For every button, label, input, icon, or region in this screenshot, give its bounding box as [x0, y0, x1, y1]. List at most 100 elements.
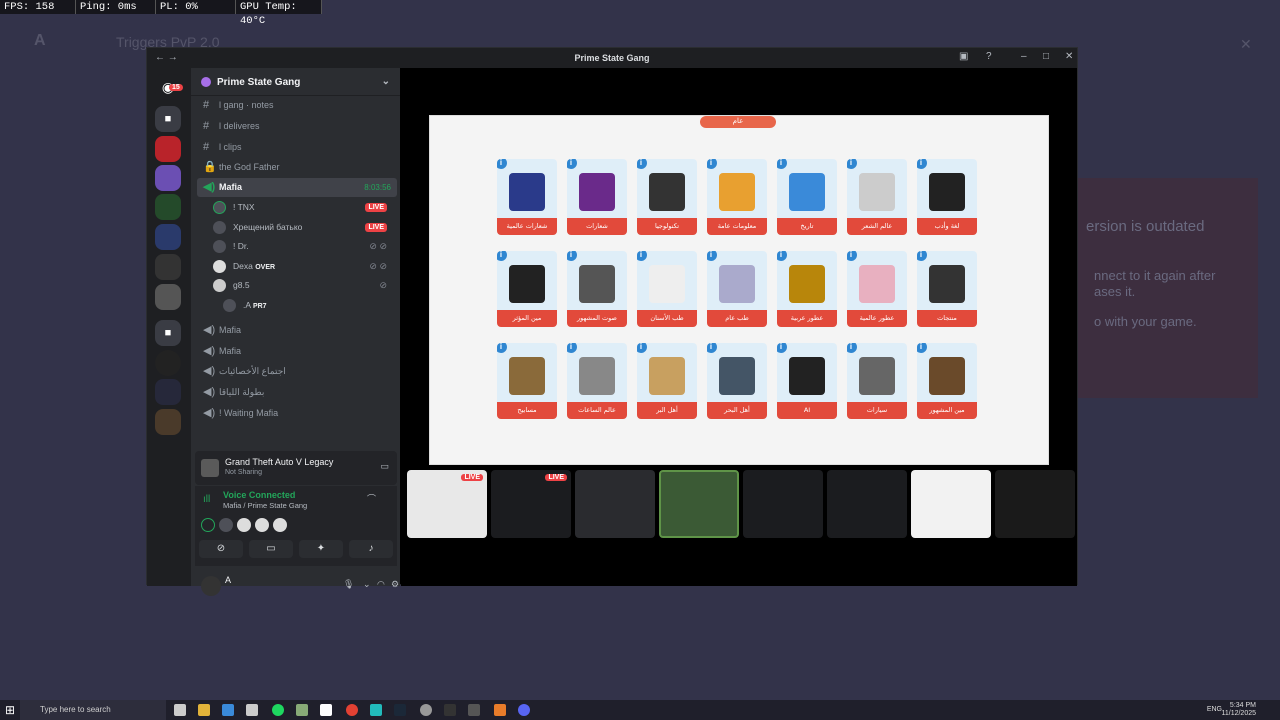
camera-off-button[interactable]: ⊘	[199, 540, 243, 558]
info-icon[interactable]: i	[637, 343, 647, 353]
channel-item[interactable]: # l gang · notes	[197, 96, 397, 115]
category-card[interactable]: i منتجات	[917, 251, 977, 327]
category-card[interactable]: i عطور عربية	[777, 251, 837, 327]
category-card[interactable]: i معلومات عامة	[707, 159, 767, 235]
voice-channel[interactable]: ◀) بطولة اللياقا	[197, 383, 397, 402]
headphones-icon[interactable]: ◠	[377, 579, 385, 590]
info-icon[interactable]: i	[567, 343, 577, 353]
participant-tile[interactable]	[911, 470, 991, 538]
voice-member[interactable]: Dexa OVER ⊘ ⊘	[213, 257, 393, 276]
info-icon[interactable]: i	[707, 251, 717, 261]
shared-screen[interactable]: عام i شعارات عالمية i شعارات i تكنولوجيا i معلو…	[429, 115, 1049, 465]
voice-channel[interactable]: ◀) Mafia	[197, 342, 397, 361]
help-icon[interactable]: ?	[986, 51, 992, 62]
settings-icon[interactable]: ⚙	[391, 579, 399, 590]
file-explorer-icon[interactable]	[198, 704, 210, 716]
activities-button[interactable]: ✦	[299, 540, 343, 558]
participant-tile[interactable]	[743, 470, 823, 538]
info-icon[interactable]: i	[917, 159, 927, 169]
server-icon-prime-state[interactable]	[155, 350, 181, 376]
category-card[interactable]: i تكنولوجيا	[637, 159, 697, 235]
category-card[interactable]: i تاريخ	[777, 159, 837, 235]
taskbar-search[interactable]: Type here to search	[20, 700, 166, 720]
info-icon[interactable]: i	[777, 251, 787, 261]
category-card[interactable]: i مسابيح	[497, 343, 557, 419]
category-card[interactable]: i أهل البر	[637, 343, 697, 419]
category-card[interactable]: i سيارات	[847, 343, 907, 419]
category-card[interactable]: i أهل البحر	[707, 343, 767, 419]
minimize-icon[interactable]: –	[1021, 51, 1027, 62]
chevron-down-icon[interactable]: ⌄	[363, 579, 371, 590]
category-card[interactable]: i طب الأسنان	[637, 251, 697, 327]
app-icon[interactable]	[444, 704, 456, 716]
voice-member[interactable]: .A PR7	[213, 296, 393, 315]
app-icon[interactable]	[246, 704, 258, 716]
voice-member[interactable]: g8.5 ⊘	[213, 276, 393, 295]
server-icon[interactable]	[155, 194, 181, 220]
category-card[interactable]: i مين المؤثر	[497, 251, 557, 327]
app-icon[interactable]	[370, 704, 382, 716]
server-icon[interactable]	[155, 379, 181, 405]
disconnect-icon[interactable]: ⌒	[367, 492, 376, 505]
folder-icon[interactable]: ■	[155, 320, 181, 346]
clock[interactable]: 5:34 PM 11/12/2025	[1221, 702, 1256, 718]
info-icon[interactable]: i	[497, 343, 507, 353]
microphone-icon[interactable]: 🎙	[343, 579, 354, 590]
app-icon[interactable]	[494, 704, 506, 716]
server-icon[interactable]	[155, 165, 181, 191]
notepad-icon[interactable]	[320, 704, 332, 716]
participant-tile[interactable]	[995, 470, 1075, 538]
stream-thumbnail[interactable]: LIVE	[407, 470, 487, 538]
voice-channel[interactable]: ◀) اجتماع الأخصائيات	[197, 362, 397, 381]
category-card[interactable]: i شعارات	[567, 159, 627, 235]
voice-channel[interactable]: ◀)! Waiting Mafia	[197, 404, 397, 423]
voice-member[interactable]: ! TNX LIVE	[213, 198, 393, 217]
participant-tile[interactable]	[575, 470, 655, 538]
info-icon[interactable]: i	[847, 251, 857, 261]
app-icon[interactable]	[420, 704, 432, 716]
info-icon[interactable]: i	[497, 159, 507, 169]
info-icon[interactable]: i	[497, 251, 507, 261]
info-icon[interactable]: i	[707, 159, 717, 169]
voice-channel-active[interactable]: ◀) Mafia 8:03:56	[197, 178, 397, 197]
category-card[interactable]: i شعارات عالمية	[497, 159, 557, 235]
avatar[interactable]	[201, 576, 221, 596]
server-icon[interactable]	[155, 136, 181, 162]
category-card[interactable]: i مين المشهور	[917, 343, 977, 419]
category-card[interactable]: i عطور عالمية	[847, 251, 907, 327]
channel-item[interactable]: 🔒 the God Father	[197, 158, 397, 177]
info-icon[interactable]: i	[917, 251, 927, 261]
info-icon[interactable]: i	[637, 159, 647, 169]
chrome-icon[interactable]	[346, 704, 358, 716]
category-card[interactable]: i لغة وأدب	[917, 159, 977, 235]
chevron-down-icon[interactable]: ⌄	[382, 76, 390, 87]
info-icon[interactable]: i	[777, 159, 787, 169]
info-icon[interactable]: i	[707, 343, 717, 353]
app-icon[interactable]	[296, 704, 308, 716]
language-indicator[interactable]: ENG	[1207, 706, 1222, 713]
soundboard-button[interactable]: ♪	[349, 540, 393, 558]
screen-share-icon[interactable]: ▭	[380, 461, 389, 472]
spotify-icon[interactable]	[272, 704, 284, 716]
folder-icon[interactable]: ■	[155, 106, 181, 132]
participant-tile[interactable]	[827, 470, 907, 538]
maximize-icon[interactable]: □	[1043, 51, 1049, 62]
screen-share-button[interactable]: ▭	[249, 540, 293, 558]
info-icon[interactable]: i	[777, 343, 787, 353]
stream-thumbnail[interactable]: LIVE	[491, 470, 571, 538]
server-icon[interactable]	[155, 254, 181, 280]
voice-member[interactable]: ! Dr. ⊘ ⊘	[213, 237, 393, 256]
channel-item[interactable]: # l deliveres	[197, 117, 397, 136]
close-icon[interactable]: ✕	[1065, 51, 1073, 62]
edge-icon[interactable]	[222, 704, 234, 716]
category-card[interactable]: i AI	[777, 343, 837, 419]
server-icon[interactable]	[155, 409, 181, 435]
server-header[interactable]: Prime State Gang ⌄	[191, 68, 400, 96]
info-icon[interactable]: i	[637, 251, 647, 261]
info-icon[interactable]: i	[847, 159, 857, 169]
info-icon[interactable]: i	[567, 251, 577, 261]
participant-tile-speaking[interactable]	[659, 470, 739, 538]
server-icon[interactable]	[155, 284, 181, 310]
category-card[interactable]: i صوت المشهور	[567, 251, 627, 327]
info-icon[interactable]: i	[567, 159, 577, 169]
